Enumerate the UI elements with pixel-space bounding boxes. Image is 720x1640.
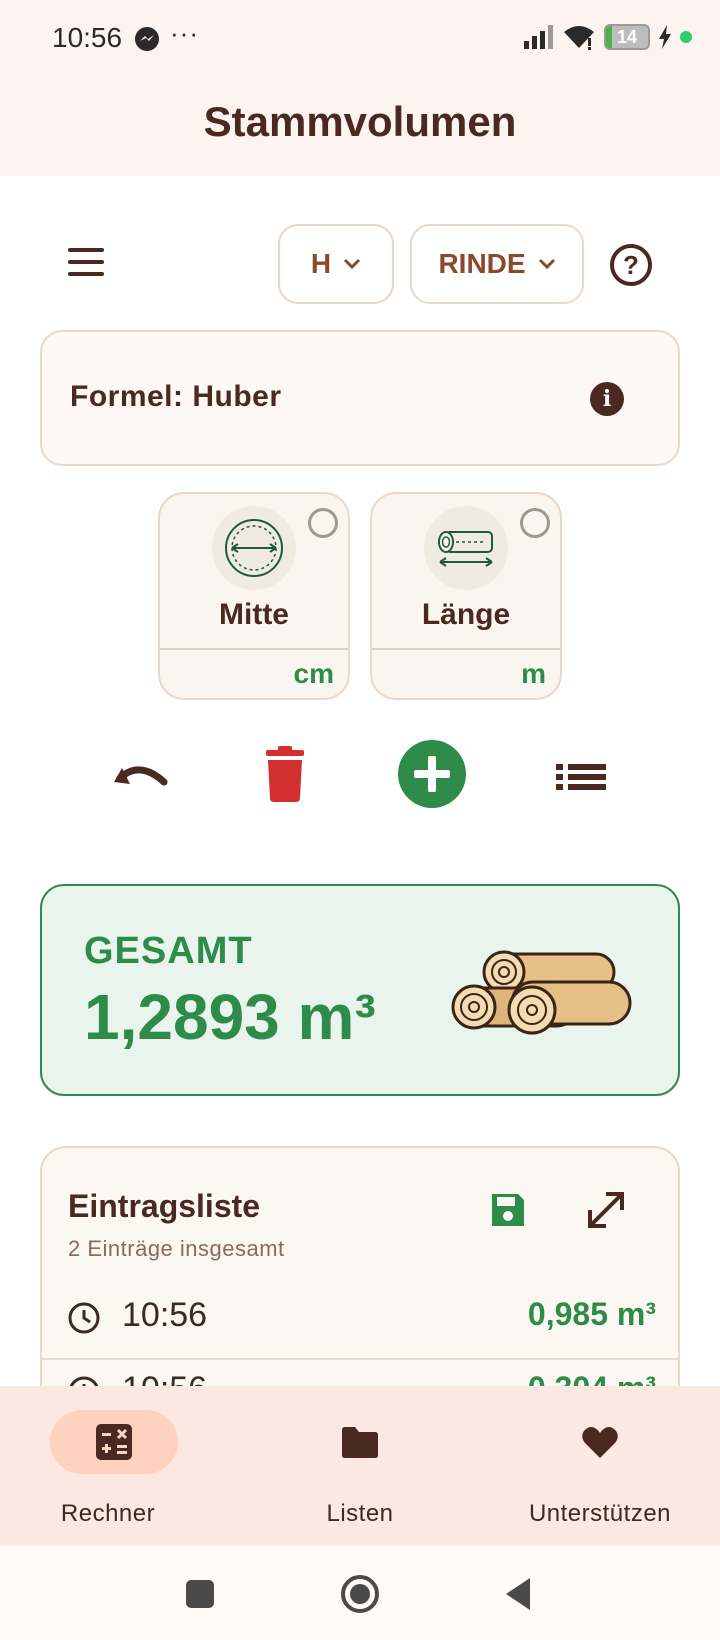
- page-title: Stammvolumen: [203, 98, 517, 145]
- system-navigation-bar: [0, 1546, 720, 1640]
- entry-list-title: Eintragsliste: [68, 1188, 261, 1224]
- divider: [160, 648, 348, 650]
- chevron-down-icon: [344, 258, 361, 270]
- nav-label: Rechner: [60, 1500, 156, 1527]
- menu-icon[interactable]: [62, 242, 114, 286]
- clock-icon: [68, 1302, 100, 1334]
- plus-icon: [414, 756, 450, 792]
- diameter-circle-icon: [212, 506, 296, 590]
- divider: [372, 648, 560, 650]
- status-time: 10:56: [52, 22, 123, 53]
- info-icon[interactable]: i: [590, 382, 624, 416]
- recents-icon[interactable]: [180, 1574, 220, 1614]
- delete-button[interactable]: [250, 742, 320, 812]
- total-card: GESAMT 1,2893 m³: [40, 884, 680, 1096]
- input-label: Länge: [421, 598, 511, 631]
- formula-card: Formel: Huber i: [40, 330, 680, 466]
- help-icon[interactable]: ?: [610, 244, 652, 286]
- formula-text: Formel: Huber: [70, 380, 282, 413]
- expand-icon[interactable]: [584, 1188, 628, 1232]
- undo-button[interactable]: [104, 742, 174, 812]
- total-label: GESAMT: [84, 930, 253, 972]
- entry-list-count: 2 Einträge insgesamt: [68, 1236, 285, 1261]
- status-right: 14: [524, 24, 692, 50]
- nav-item-rechner[interactable]: Rechner: [0, 1386, 240, 1546]
- messenger-icon: [135, 27, 159, 51]
- log-pile-illustration: [451, 950, 632, 1035]
- input-card-laenge[interactable]: Länge m: [370, 492, 562, 700]
- nav-item-unterstuetzen[interactable]: Unterstützen: [480, 1386, 720, 1546]
- app-bar: Stammvolumen: [0, 80, 720, 176]
- entry-volume: 0,985 m³: [527, 1296, 656, 1332]
- select-radio[interactable]: [520, 508, 550, 538]
- undo-icon: [114, 766, 168, 786]
- select-radio[interactable]: [308, 508, 338, 538]
- home-icon[interactable]: [340, 1574, 380, 1614]
- save-icon[interactable]: [488, 1190, 528, 1230]
- input-card-mitte[interactable]: Mitte cm: [158, 492, 350, 700]
- nav-label: Unterstützen: [528, 1500, 672, 1527]
- entry-time: 10:56: [122, 1296, 208, 1334]
- bottom-navigation: Rechner Listen Unterstützen: [0, 1386, 720, 1546]
- log-length-icon: [424, 506, 508, 590]
- input-label: Mitte: [219, 598, 289, 631]
- bark-dropdown-label: RINDE: [438, 248, 526, 279]
- bark-dropdown[interactable]: RINDE: [410, 224, 584, 304]
- input-unit: m: [521, 658, 546, 689]
- trash-icon: [266, 746, 304, 802]
- calculator-icon: [96, 1424, 132, 1460]
- status-bar: 10:56 ··· 14: [0, 0, 720, 80]
- folder-icon: [342, 1427, 378, 1458]
- input-unit: cm: [293, 658, 334, 689]
- signal-icon: [524, 25, 553, 49]
- nav-item-listen[interactable]: Listen: [240, 1386, 480, 1546]
- more-notifications: ···: [170, 18, 199, 48]
- list-icon: [556, 764, 606, 790]
- chevron-down-icon: [538, 258, 555, 270]
- wifi-icon: [564, 26, 594, 50]
- charging-icon: [659, 25, 671, 49]
- method-dropdown-label: H: [310, 248, 332, 279]
- total-value: 1,2893 m³: [84, 981, 376, 1053]
- back-icon[interactable]: [500, 1574, 540, 1614]
- nav-label: Listen: [326, 1500, 394, 1527]
- list-item[interactable]: 10:56 0,985 m³: [66, 1284, 656, 1348]
- heart-icon: [582, 1427, 618, 1458]
- battery-icon: 14: [604, 24, 650, 50]
- privacy-indicator-dot: [680, 31, 692, 43]
- method-dropdown[interactable]: H: [278, 224, 394, 304]
- list-button[interactable]: [546, 742, 616, 812]
- add-button[interactable]: [398, 740, 466, 808]
